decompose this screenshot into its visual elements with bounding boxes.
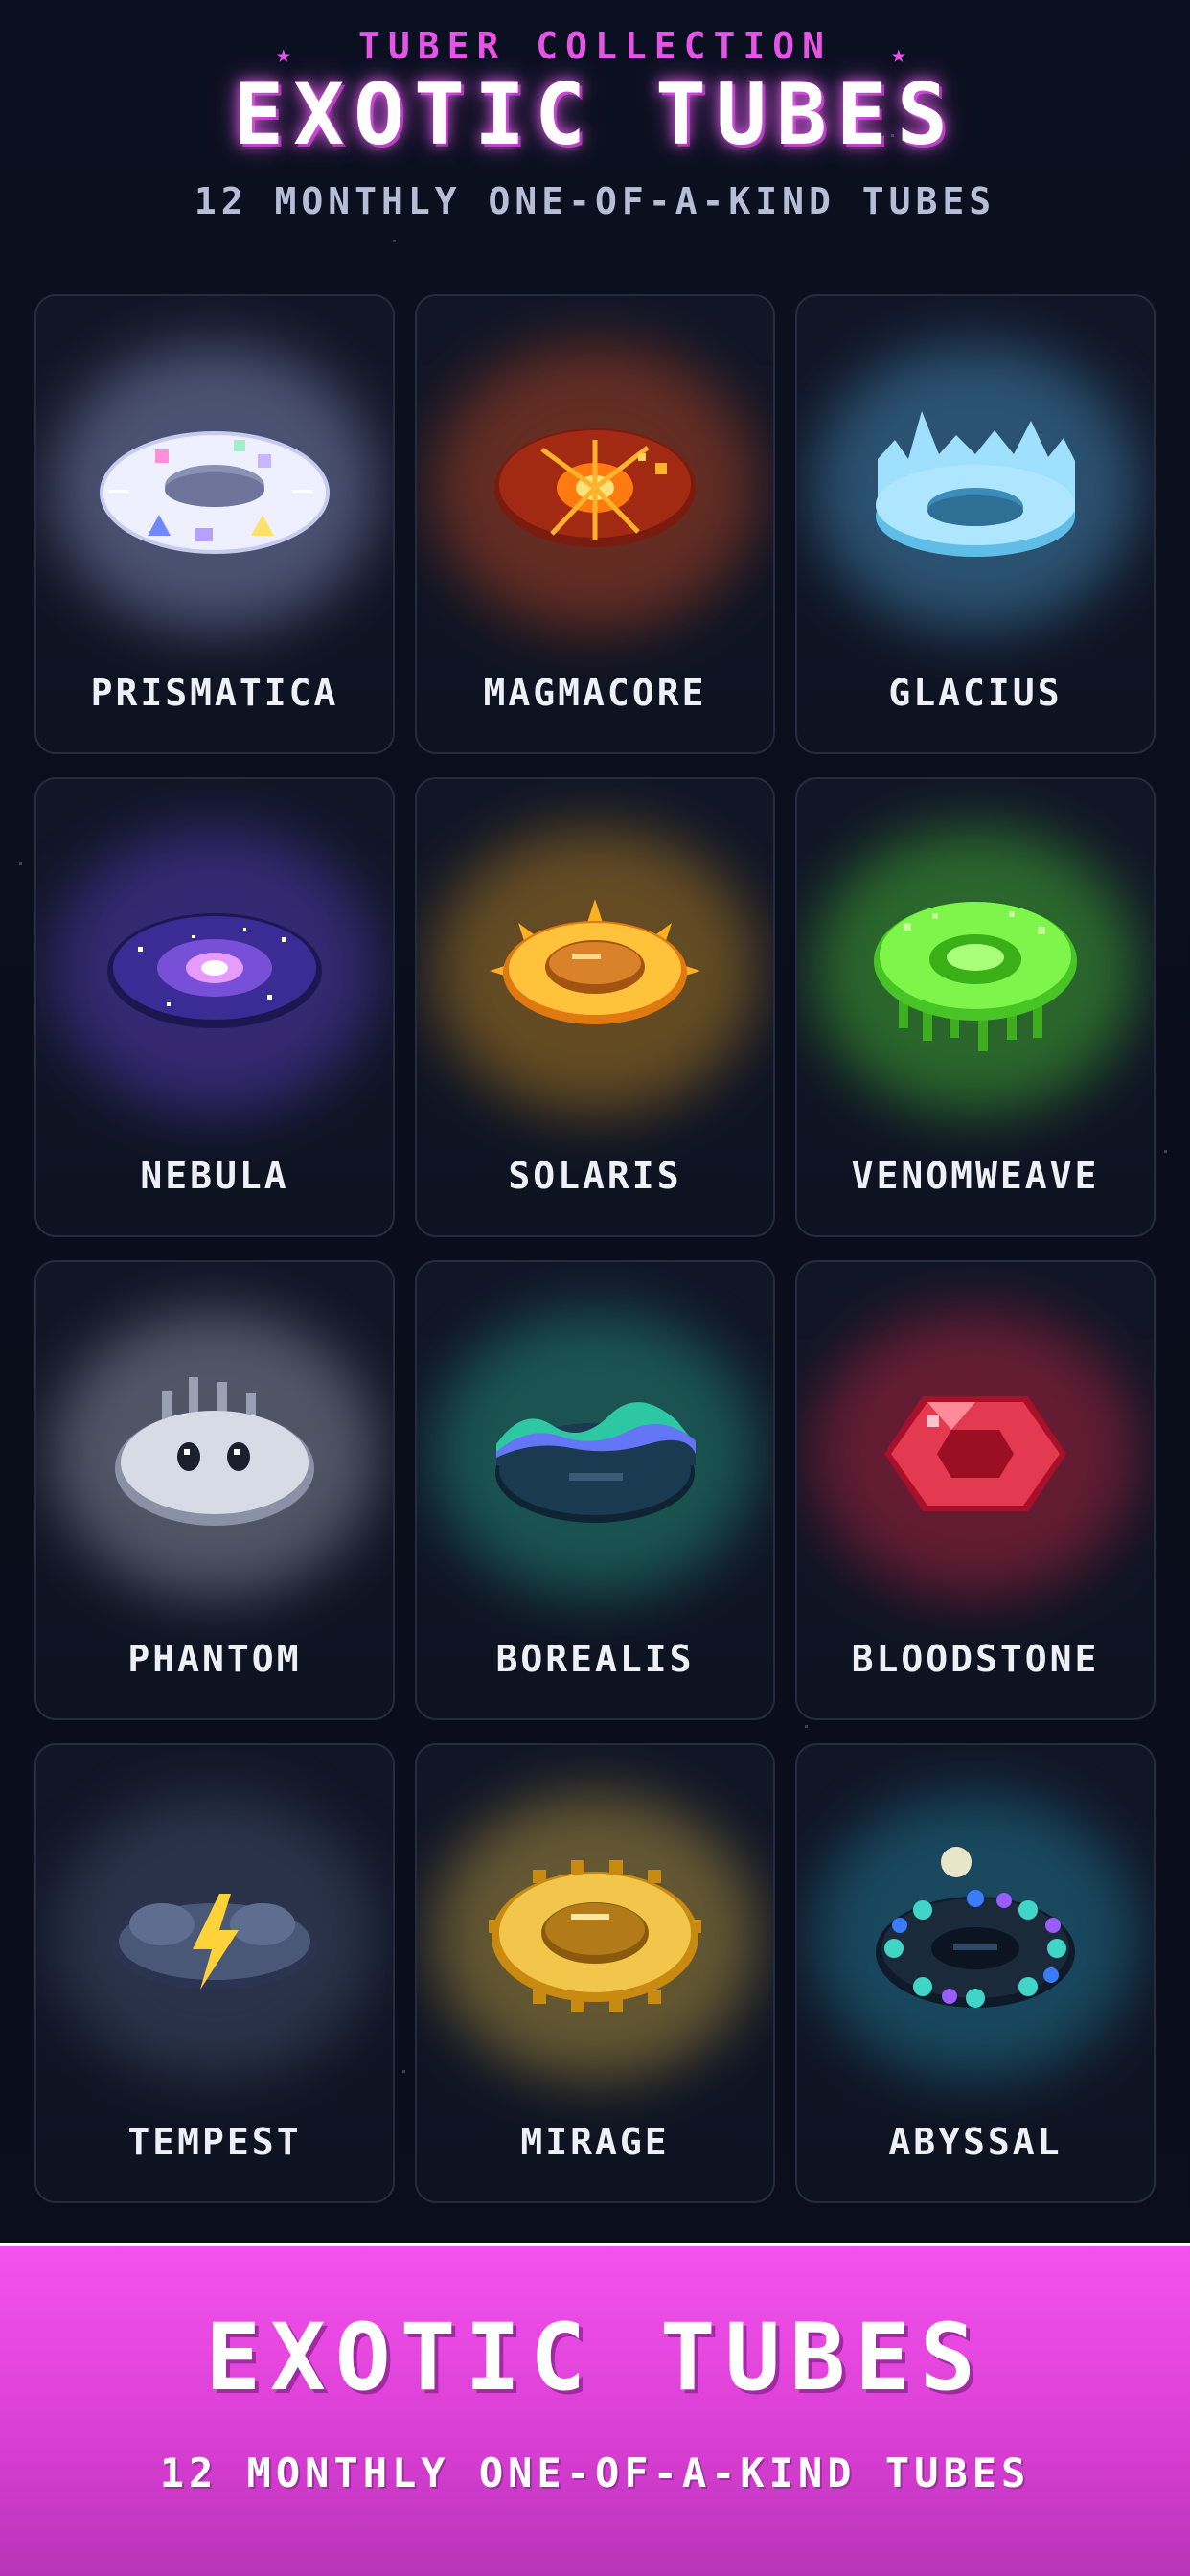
tube-name: MIRAGE <box>520 2121 670 2163</box>
tube-name: MAGMACORE <box>483 672 707 714</box>
tube-name: ABYSSAL <box>888 2121 1063 2163</box>
tube-name: PRISMATICA <box>90 672 339 714</box>
tube-card-venomweave[interactable]: VENOMWEAVE <box>795 777 1156 1237</box>
tube-name: VENOMWEAVE <box>851 1155 1100 1197</box>
tube-name: SOLARIS <box>508 1155 682 1197</box>
tube-grid: PRISMATICA MAGMACORE GLACIUS NEBULA SOLA… <box>34 294 1156 2203</box>
tube-card-solaris[interactable]: SOLARIS <box>415 777 775 1237</box>
page-title: EXOTIC TUBES <box>233 65 957 164</box>
tube-name: BLOODSTONE <box>851 1638 1100 1680</box>
tube-card-abyssal[interactable]: ABYSSAL <box>795 1743 1156 2203</box>
tube-card-magmacore[interactable]: MAGMACORE <box>415 294 775 754</box>
tube-card-tempest[interactable]: TEMPEST <box>34 1743 395 2203</box>
prismatica-tube-icon <box>100 431 330 554</box>
tube-card-prismatica[interactable]: PRISMATICA <box>34 294 395 754</box>
page-subtitle: 12 MONTHLY ONE-OF-A-KIND TUBES <box>194 180 996 222</box>
footer-title: EXOTIC TUBES <box>205 2304 985 2411</box>
phantom-tube-icon <box>115 1377 314 1526</box>
tube-card-glacius[interactable]: GLACIUS <box>795 294 1156 754</box>
tube-card-mirage[interactable]: MIRAGE <box>415 1743 775 2203</box>
mirage-tube-icon <box>489 1860 701 2012</box>
collection-eyebrow: ★ TUBER COLLECTION ★ <box>0 25 1190 69</box>
borealis-tube-icon <box>495 1402 696 1523</box>
tempest-tube-icon <box>113 1894 316 1990</box>
tube-card-nebula[interactable]: NEBULA <box>34 777 395 1237</box>
tube-card-bloodstone[interactable]: BLOODSTONE <box>795 1260 1156 1720</box>
magmacore-tube-icon <box>494 428 696 547</box>
glacius-tube-icon <box>876 411 1075 557</box>
tube-name: PHANTOM <box>127 1638 302 1680</box>
footer-subtitle: 12 MONTHLY ONE-OF-A-KIND TUBES <box>159 2450 1031 2496</box>
footer-banner: EXOTIC TUBES 12 MONTHLY ONE-OF-A-KIND TU… <box>0 2242 1190 2576</box>
eyebrow-text: TUBER COLLECTION <box>357 25 833 67</box>
page-header: ★ TUBER COLLECTION ★ EXOTIC TUBES 12 MON… <box>0 0 1190 288</box>
nebula-tube-icon <box>107 913 322 1028</box>
tube-card-borealis[interactable]: BOREALIS <box>415 1260 775 1720</box>
tube-card-phantom[interactable]: PHANTOM <box>34 1260 395 1720</box>
tube-name: BOREALIS <box>495 1638 695 1680</box>
tube-name: TEMPEST <box>127 2121 302 2163</box>
solaris-tube-icon <box>490 899 700 1024</box>
abyssal-tube-icon <box>876 1847 1075 2008</box>
bloodstone-tube-icon <box>884 1396 1066 1511</box>
tube-name: GLACIUS <box>888 672 1063 714</box>
venomweave-tube-icon <box>874 902 1077 1051</box>
tube-name: NEBULA <box>140 1155 289 1197</box>
